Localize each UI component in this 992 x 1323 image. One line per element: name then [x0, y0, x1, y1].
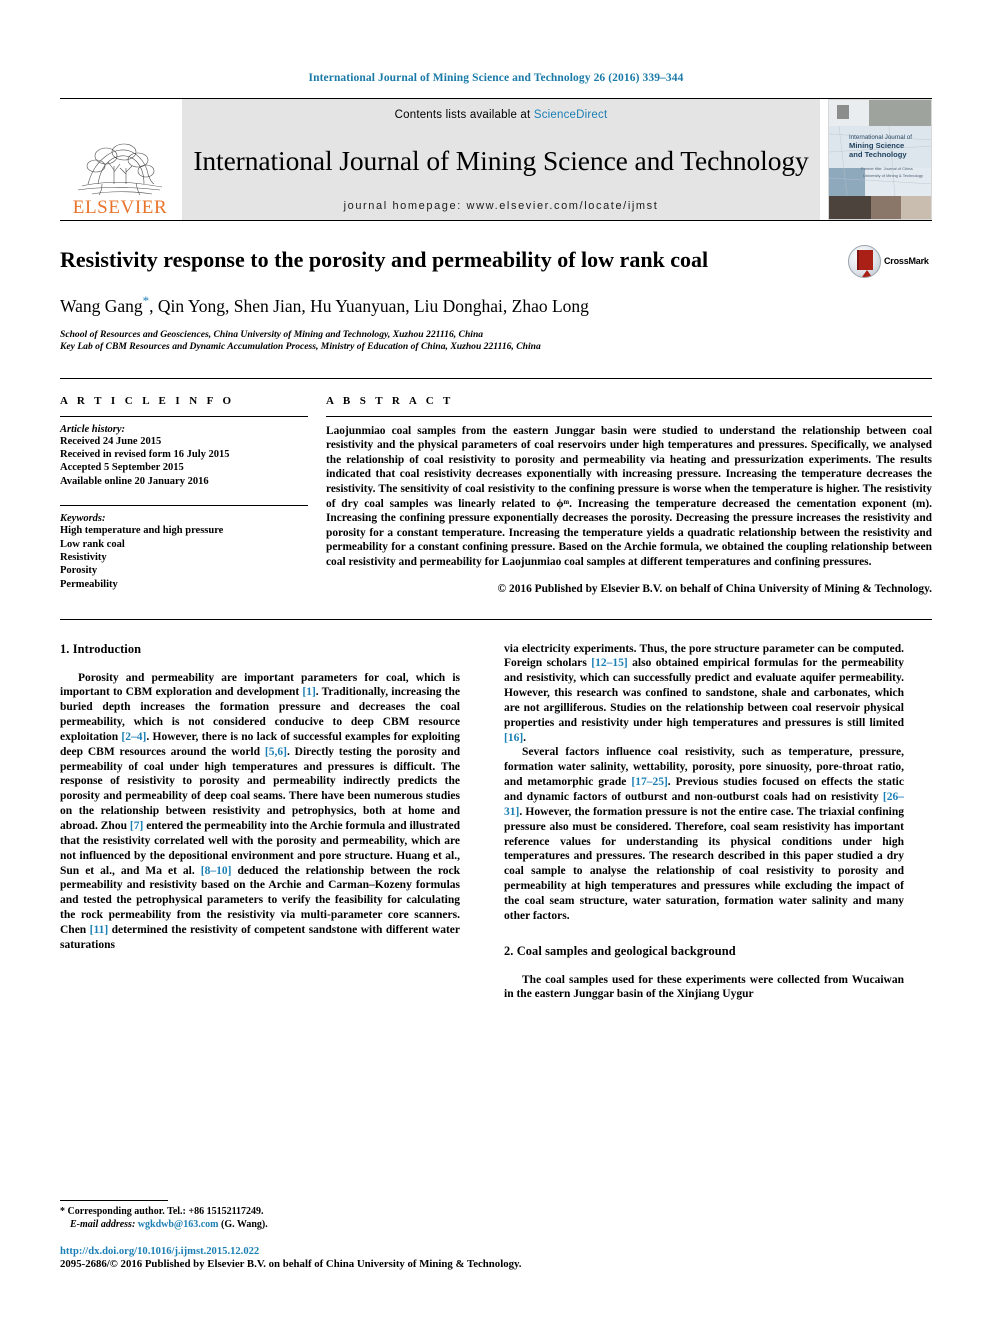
citation-link[interactable]: [7]	[130, 820, 143, 832]
keywords-block: Keywords: High temperature and high pres…	[60, 505, 308, 591]
paragraph: The coal samples used for these experime…	[504, 973, 904, 1001]
contents-list-line: Contents lists available at ScienceDirec…	[395, 109, 608, 121]
citation-link[interactable]: [16]	[504, 732, 523, 744]
abstract-copyright: © 2016 Published by Elsevier B.V. on beh…	[497, 582, 932, 595]
doi-link[interactable]: http://dx.doi.org/10.1016/j.ijmst.2015.1…	[60, 1245, 940, 1258]
body-column-left: 1. Introduction Porosity and permeabilit…	[60, 642, 460, 1003]
abstract-column: A B S T R A C T Laojunmiao coal samples …	[326, 395, 932, 597]
body-text: 1. Introduction Porosity and permeabilit…	[60, 642, 932, 1003]
cover-artwork: International Journal of Mining Science …	[829, 100, 931, 219]
history-received: Received 24 June 2015	[60, 435, 162, 447]
citation-link[interactable]: [11]	[90, 924, 109, 936]
running-head: International Journal of Mining Science …	[308, 72, 684, 84]
page-title: Resistivity response to the porosity and…	[60, 247, 709, 272]
journal-title: International Journal of Mining Science …	[193, 144, 809, 176]
svg-text:University of Mining & Technol: University of Mining & Technology	[863, 173, 923, 178]
text-run: (G. Wang).	[218, 1219, 268, 1230]
history-revised: Received in revised form 16 July 2015	[60, 449, 230, 461]
paper-page: International Journal of Mining Science …	[0, 0, 992, 1323]
journal-masthead: ELSEVIER Contents lists available at Sci…	[60, 98, 932, 220]
citation-link[interactable]: [1]	[302, 686, 315, 698]
article-info-column: A R T I C L E I N F O Article history: R…	[60, 395, 308, 597]
svg-text:Former title: Journal of China: Former title: Journal of China	[861, 166, 913, 171]
citation-link[interactable]: [17–25]	[631, 776, 667, 788]
affiliations: School of Resources and Geosciences, Chi…	[60, 329, 932, 354]
journal-homepage-link[interactable]: journal homepage: www.elsevier.com/locat…	[344, 200, 659, 212]
divider	[326, 415, 932, 417]
section-heading-coal-samples: 2. Coal samples and geological backgroun…	[504, 943, 736, 958]
history-accepted: Accepted 5 September 2015	[60, 462, 184, 474]
abstract-heading: A B S T R A C T	[326, 394, 454, 407]
affiliation-2: Key Lab of CBM Resources and Dynamic Acc…	[60, 341, 541, 353]
section-heading-introduction: 1. Introduction	[60, 641, 142, 656]
keyword-item: High temperature and high pressure	[60, 525, 224, 537]
footnote-divider	[60, 1200, 168, 1201]
info-abstract-region: A R T I C L E I N F O Article history: R…	[60, 377, 932, 597]
body-column-right: via electricity experiments. Thus, the p…	[504, 642, 904, 1003]
email-label: E-mail address:	[70, 1219, 136, 1230]
footnote-corresponding: * Corresponding author. Tel.: +86 151521…	[60, 1205, 460, 1218]
abstract-text: Laojunmiao coal samples from the eastern…	[326, 424, 932, 568]
crossmark-book-icon	[848, 244, 881, 278]
paragraph: Porosity and permeability are important …	[60, 671, 460, 953]
journal-banner: Contents lists available at ScienceDirec…	[182, 99, 820, 220]
abstract-bottom-rule	[60, 618, 932, 620]
email-link[interactable]: wgkdwb@163.com	[138, 1219, 219, 1230]
author-first: Wang Gang	[60, 295, 143, 316]
keyword-item: Permeability	[60, 578, 118, 590]
keyword-item: Low rank coal	[60, 538, 125, 550]
affiliation-1: School of Resources and Geosciences, Chi…	[60, 328, 484, 340]
elsevier-wordmark: ELSEVIER	[72, 197, 168, 218]
issn-copyright: 2095-2686/© 2016 Published by Elsevier B…	[60, 1257, 522, 1270]
sciencedirect-link[interactable]: ScienceDirect	[534, 109, 608, 121]
paragraph: via electricity experiments. Thus, the p…	[504, 642, 904, 746]
citation-link[interactable]: [8–10]	[201, 865, 232, 877]
article-history-label: Article history:	[60, 423, 126, 435]
text-run: . However, the formation pressure is not…	[504, 805, 904, 922]
citation-link[interactable]: [2–4]	[121, 731, 146, 743]
author-rest: , Qin Yong, Shen Jian, Hu Yuanyuan, Liu …	[149, 295, 589, 316]
paragraph: Several factors influence coal resistivi…	[504, 745, 904, 923]
corresponding-author-footnote: * Corresponding author. Tel.: +86 151521…	[60, 1200, 460, 1231]
elsevier-logo: ELSEVIER	[60, 99, 180, 220]
svg-text:Mining Science: Mining Science	[849, 141, 904, 150]
author-list: Wang Gang*, Qin Yong, Shen Jian, Hu Yuan…	[60, 290, 932, 317]
history-online: Available online 20 January 2016	[60, 475, 209, 487]
svg-text:International Journal of: International Journal of	[849, 134, 912, 141]
svg-text:and Technology: and Technology	[849, 150, 907, 159]
footnote-email: E-mail address: wgkdwb@163.com (G. Wang)…	[60, 1218, 460, 1231]
keyword-item: Porosity	[60, 565, 98, 577]
page-footer: http://dx.doi.org/10.1016/j.ijmst.2015.1…	[60, 1245, 940, 1272]
keywords-label: Keywords:	[60, 513, 106, 525]
citation-link[interactable]: [5,6]	[265, 746, 287, 758]
text-run: .	[523, 731, 527, 744]
journal-cover-thumbnail: International Journal of Mining Science …	[828, 99, 932, 220]
citation-link[interactable]: [12–15]	[591, 657, 627, 669]
keyword-item: Resistivity	[60, 552, 107, 564]
divider	[60, 415, 308, 417]
crossmark-label: CrossMark	[884, 256, 929, 266]
elsevier-tree-icon	[77, 143, 163, 196]
text-run: determined the resistivity of competent …	[60, 923, 460, 951]
contents-prefix: Contents lists available at	[394, 109, 534, 121]
crossmark-logo[interactable]: CrossMark	[848, 243, 932, 279]
text-run: Corresponding author. Tel.: +86 15152117…	[65, 1206, 264, 1217]
article-info-heading: A R T I C L E I N F O	[60, 394, 235, 407]
article-header: CrossMark Resistivity response to the po…	[60, 221, 932, 354]
divider	[60, 505, 308, 507]
